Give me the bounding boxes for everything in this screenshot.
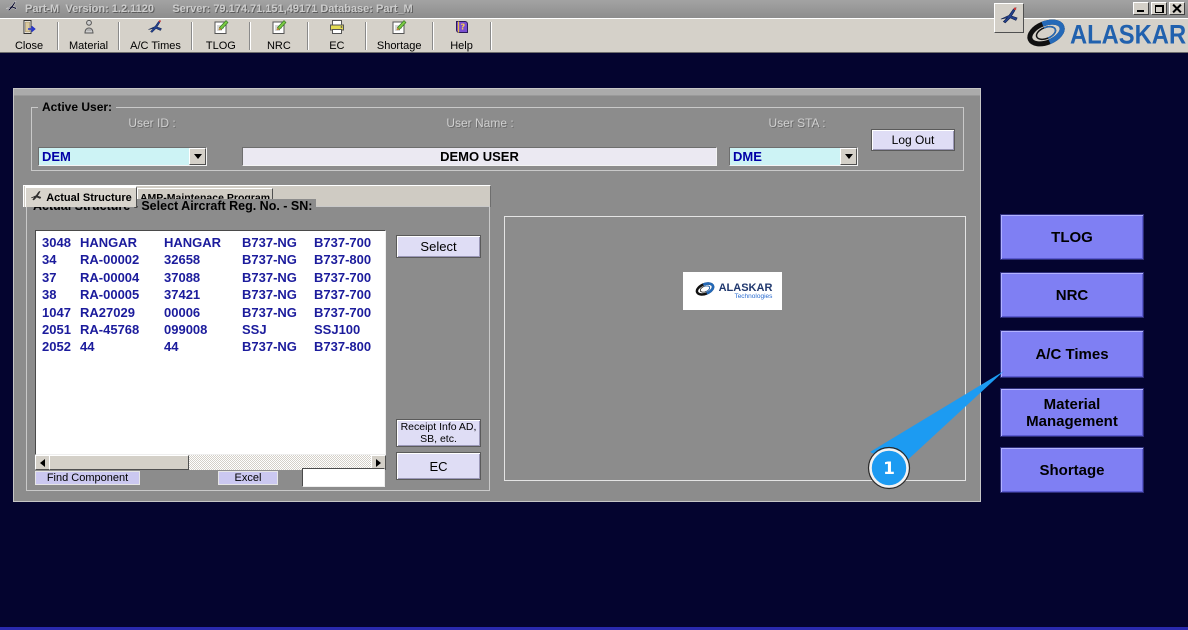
list-item[interactable]: 1047RA2702900006B737-NGB737-700 (42, 304, 385, 321)
ec-button[interactable]: EC (396, 452, 481, 480)
list-item[interactable]: 38RA-0000537421B737-NGB737-700 (42, 286, 385, 303)
airplane-icon (30, 190, 42, 205)
close-icon (1172, 4, 1182, 13)
brand-name: ALASKAR (1070, 19, 1186, 50)
nav-material-management-button[interactable]: Material Management (1000, 388, 1144, 437)
nav-tlog-button[interactable]: TLOG (1000, 214, 1144, 260)
brand-name-small: ALASKAR (719, 283, 773, 293)
list-item[interactable]: 3048HANGARHANGARB737-NGB737-700 (42, 234, 385, 251)
list-item[interactable]: 37RA-0000437088B737-NGB737-700 (42, 269, 385, 286)
component-search-input[interactable] (302, 468, 385, 487)
toolbar-help-button[interactable]: ? Help (437, 19, 487, 52)
toolbar-separator (307, 22, 309, 50)
user-sta-value: DME (730, 149, 840, 164)
book-icon: ? (454, 19, 470, 40)
restore-button[interactable] (1151, 2, 1167, 15)
user-name-field: DEMO USER (242, 147, 717, 166)
person-icon (81, 19, 97, 40)
restore-icon (1155, 5, 1164, 13)
brand-subtitle: Technologies (719, 293, 773, 300)
toolbar-nrc-label: NRC (267, 40, 291, 52)
toolbar-separator (249, 22, 251, 50)
toolbar-separator (432, 22, 434, 50)
toolbar-ac-times-button[interactable]: A/C Times (123, 19, 188, 52)
excel-button[interactable]: Excel (218, 471, 278, 485)
aircraft-list[interactable]: 3048HANGARHANGARB737-NGB737-70034RA-0000… (35, 230, 386, 455)
toolbar-ac-times-label: A/C Times (130, 40, 181, 52)
toolbar-material-button[interactable]: Material (62, 19, 115, 52)
log-out-button[interactable]: Log Out (871, 129, 955, 151)
toolbar-separator (118, 22, 120, 50)
chevron-down-icon[interactable] (840, 148, 857, 165)
exit-door-icon (21, 19, 37, 40)
alaskar-logo: ALASKAR (1022, 16, 1186, 54)
tab-actual-structure[interactable]: Actual Structure (25, 186, 137, 207)
user-name-label: User Name : (370, 116, 590, 130)
toolbar-tlog-label: TLOG (206, 40, 236, 52)
panel-top-strip (14, 89, 980, 96)
toolbar-shortage-button[interactable]: Shortage (370, 19, 429, 52)
toolbar-separator (191, 22, 193, 50)
toolbar-separator (365, 22, 367, 50)
alaskar-swoosh-icon (693, 280, 717, 303)
find-component-button[interactable]: Find Component (35, 471, 140, 485)
svg-text:?: ? (460, 23, 465, 32)
toolbar-close-button[interactable]: Close (4, 19, 54, 52)
airplane-app-icon (4, 0, 19, 18)
user-sta-combobox[interactable]: DME (729, 147, 858, 166)
user-sta-label: User STA : (732, 116, 862, 130)
application-window: Part-M Version: 1.2.1120 Server: 79.174.… (0, 0, 1188, 630)
toolbar-help-label: Help (450, 40, 473, 52)
preview-panel: ALASKAR Technologies (504, 216, 966, 481)
nav-ac-times-button[interactable]: A/C Times (1000, 330, 1144, 378)
select-button[interactable]: Select (396, 235, 481, 258)
list-item[interactable]: 2051RA-45768099008SSJSSJ100 (42, 321, 385, 338)
receipt-info-button[interactable]: Receipt Info AD, SB, etc. (396, 419, 481, 447)
tab-label: Actual Structure (46, 192, 132, 204)
airplane-icon (147, 19, 163, 40)
toolbar-ec-button[interactable]: EC (312, 19, 362, 52)
list-item[interactable]: 34RA-0000232658B737-NGB737-800 (42, 251, 385, 268)
main-panel: Active User: User ID : DEM User Name : D… (13, 88, 981, 502)
toolbar-separator (57, 22, 59, 50)
active-user-group: Active User: User ID : DEM User Name : D… (31, 107, 964, 171)
notepad-pencil-icon (271, 19, 287, 40)
toolbar-shortage-label: Shortage (377, 40, 422, 52)
notepad-pencil-icon (213, 19, 229, 40)
toolbar-tlog-button[interactable]: TLOG (196, 19, 246, 52)
toolbar-material-label: Material (69, 40, 108, 52)
airplane-tool-button[interactable] (994, 3, 1024, 33)
user-id-value: DEM (39, 149, 189, 164)
scroll-left-button[interactable] (35, 455, 50, 470)
printer-icon (329, 19, 345, 40)
airplane-icon (999, 6, 1019, 31)
minimize-button[interactable] (1133, 2, 1149, 15)
toolbar-nrc-button[interactable]: NRC (254, 19, 304, 52)
alaskar-swoosh-icon (1022, 15, 1070, 56)
alaskar-logo-small: ALASKAR Technologies (683, 272, 782, 310)
nav-nrc-button[interactable]: NRC (1000, 272, 1144, 318)
actual-structure-group: Actual Structure - Select Aircraft Reg. … (26, 206, 490, 491)
user-id-label: User ID : (72, 116, 232, 130)
scrollbar-thumb[interactable] (49, 455, 189, 470)
toolbar-separator (490, 22, 492, 50)
nav-shortage-button[interactable]: Shortage (1000, 447, 1144, 493)
user-id-combobox[interactable]: DEM (38, 147, 207, 166)
active-user-legend: Active User: (38, 100, 116, 114)
toolbar-ec-label: EC (329, 40, 344, 52)
side-nav: TLOG NRC A/C Times Material Management S… (1000, 214, 1144, 493)
close-window-button[interactable] (1169, 2, 1185, 15)
chevron-down-icon[interactable] (189, 148, 206, 165)
minimize-icon (1137, 10, 1144, 12)
window-title: Part-M Version: 1.2.1120 Server: 79.174.… (25, 3, 413, 15)
list-item[interactable]: 20524444B737-NGB737-800 (42, 338, 385, 355)
toolbar-close-label: Close (15, 40, 43, 52)
notepad-pencil-icon (391, 19, 407, 40)
